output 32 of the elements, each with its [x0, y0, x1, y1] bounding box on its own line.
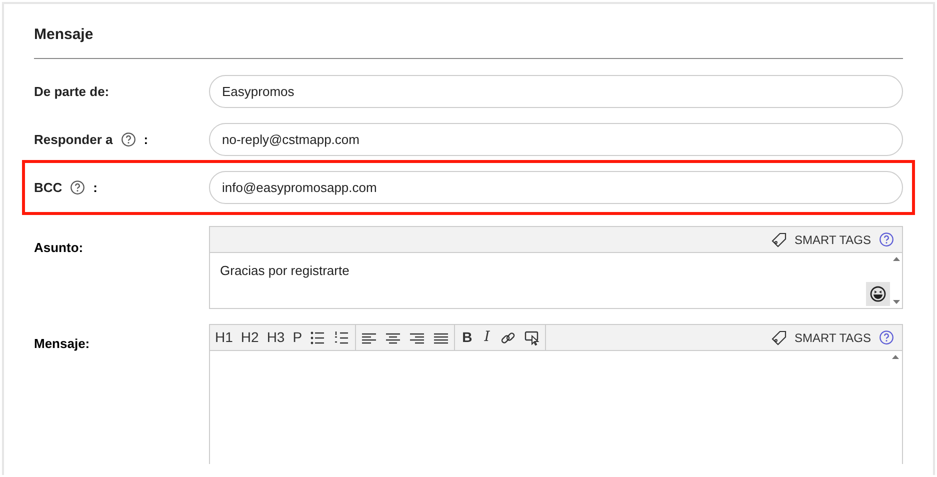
field-label: Responder a [34, 130, 113, 149]
scroll-up-arrow-icon[interactable] [892, 257, 900, 261]
smart-tags-link[interactable]: SMART TAGS [794, 230, 871, 248]
help-icon[interactable] [879, 232, 894, 247]
field-label: De parte de: [34, 82, 110, 101]
heading-tool-button[interactable]: H3 [262, 326, 289, 348]
tag-icon [770, 232, 787, 248]
text-field[interactable]: info@easypromosapp.com [209, 171, 903, 204]
help-icon[interactable] [70, 180, 86, 195]
field-label: Mensaje: [34, 336, 90, 351]
laughing-emoji-icon[interactable] [866, 282, 890, 306]
smart-tags-link[interactable]: SMART TAGS [794, 328, 871, 346]
italic-button[interactable]: I [478, 326, 496, 348]
field-label: Asunto: [34, 240, 84, 255]
text-field[interactable]: no-reply@cstmapp.com [209, 123, 903, 156]
heading-tool-button[interactable]: P [288, 326, 306, 348]
help-icon[interactable] [879, 330, 894, 345]
colon-label: : [93, 178, 98, 197]
scroll-up-arrow-icon[interactable] [892, 355, 899, 359]
heading-tool-button[interactable]: H1 [211, 326, 237, 348]
scroll-down-arrow-icon[interactable] [892, 300, 900, 304]
colon-label: : [144, 130, 148, 149]
help-icon[interactable] [120, 132, 136, 147]
bold-button[interactable]: B [456, 326, 478, 348]
subject-editor[interactable]: SMART TAGS Gracias por registrarte [209, 226, 903, 309]
field-label: BCC [34, 178, 62, 197]
section-title: Mensaje [34, 25, 94, 45]
subject-text: Gracias por registrarte [219, 262, 350, 280]
heading-tool-button[interactable]: H2 [236, 326, 263, 348]
tag-icon [770, 330, 787, 346]
message-editor[interactable]: H1 H2 H3 P B I SMART TAGS [209, 324, 903, 464]
text-field[interactable]: Easypromos [209, 75, 903, 108]
